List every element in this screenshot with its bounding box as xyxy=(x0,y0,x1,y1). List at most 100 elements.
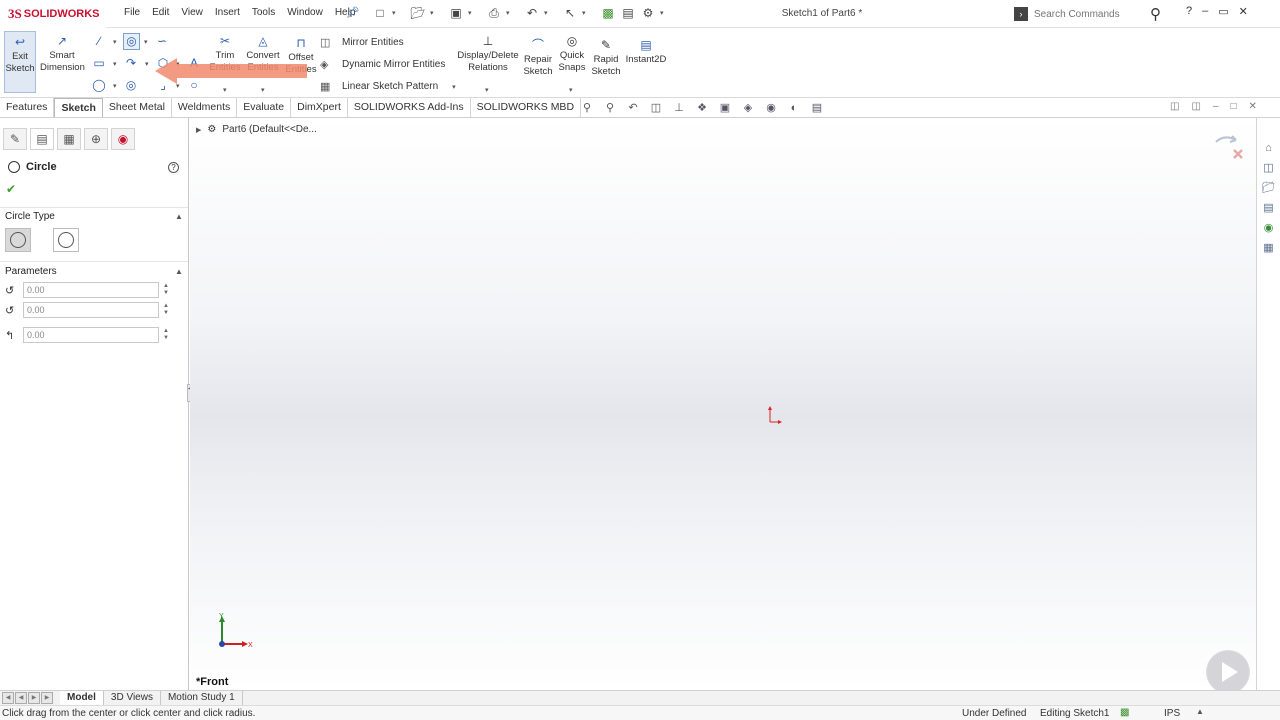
prev-tab-icon[interactable]: ◀ xyxy=(15,692,27,704)
new-dropdown-icon[interactable]: ▾ xyxy=(392,9,400,17)
perimeter-circle-button[interactable] xyxy=(53,228,79,252)
quick-snaps-dropdown-icon[interactable]: ▾ xyxy=(569,86,573,94)
radius-field[interactable] xyxy=(23,327,159,343)
tab-sketch[interactable]: Sketch xyxy=(54,98,103,117)
expand-arrow-icon[interactable]: ▶ xyxy=(196,126,201,134)
print-dropdown-icon[interactable]: ▾ xyxy=(506,9,514,17)
options-dropdown-icon[interactable]: ▾ xyxy=(660,9,668,17)
tab-solidworks-addins[interactable]: SOLIDWORKS Add-Ins xyxy=(348,98,471,117)
rapid-sketch-button[interactable]: ✎ Rapid Sketch xyxy=(590,38,622,78)
save-icon[interactable]: ▣ xyxy=(448,4,464,22)
undo-icon[interactable]: ↶ xyxy=(524,4,540,22)
dynamic-annotation-icon[interactable]: ⊥ xyxy=(672,101,686,115)
chevron-up-icon[interactable]: ▲ xyxy=(175,212,183,221)
appearances-icon[interactable]: ◉ xyxy=(1261,220,1277,236)
pin-menu-icon[interactable]: 📌︎ xyxy=(346,6,360,19)
arc-dropdown-icon[interactable]: ▾ xyxy=(145,60,149,68)
save-dropdown-icon[interactable]: ▾ xyxy=(468,9,476,17)
first-tab-icon[interactable]: ◀ xyxy=(2,692,14,704)
menu-edit[interactable]: Edit xyxy=(146,7,175,18)
dimxpertmanager-icon[interactable]: ⊕ xyxy=(84,128,108,150)
unit-system-dropdown-icon[interactable]: ▲ xyxy=(1196,707,1204,716)
design-library-icon[interactable]: ◫ xyxy=(1261,160,1277,176)
new-document-icon[interactable]: □ xyxy=(372,4,388,22)
center-y-field[interactable] xyxy=(23,302,159,318)
apply-scene-icon[interactable]: ◐ xyxy=(787,101,801,115)
next-tab-icon[interactable]: ▶ xyxy=(28,692,40,704)
section-view-icon[interactable]: ◫ xyxy=(649,101,663,115)
ellipse-icon[interactable]: ◎ xyxy=(124,78,138,92)
open-folder-icon[interactable]: 📂︎ xyxy=(410,4,426,22)
mirror-entities-button[interactable]: ◫ Mirror Entities xyxy=(320,36,404,49)
file-properties-icon[interactable]: ▤ xyxy=(620,4,636,22)
ok-checkmark-icon[interactable]: ✔ xyxy=(6,182,16,196)
tab-dimxpert[interactable]: DimXpert xyxy=(291,98,348,117)
tab-sheet-metal[interactable]: Sheet Metal xyxy=(103,98,172,117)
select-dropdown-icon[interactable]: ▾ xyxy=(582,9,590,17)
slot-icon[interactable]: ◯ xyxy=(92,78,106,92)
tab-features[interactable]: Features xyxy=(0,98,55,117)
video-play-icon[interactable] xyxy=(1206,650,1250,694)
print-icon[interactable]: ⎙ xyxy=(486,4,502,22)
file-explorer-icon[interactable]: 📁︎ xyxy=(1261,180,1277,196)
graphics-area[interactable]: ▶ ⚙ Part6 (Default<<De... Y X *Front xyxy=(190,118,1256,694)
linear-pattern-dropdown-icon[interactable]: ▾ xyxy=(452,83,456,91)
edit-appearance-icon[interactable]: ◉ xyxy=(764,101,778,115)
tab-3d-views[interactable]: 3D Views xyxy=(104,691,161,705)
select-cursor-icon[interactable]: ↖ xyxy=(562,4,578,22)
help-menu-icon[interactable]: ? xyxy=(1186,5,1192,18)
convert-dropdown-icon[interactable]: ▾ xyxy=(261,86,265,94)
tab-motion-study[interactable]: Motion Study 1 xyxy=(161,691,243,705)
tab-evaluate[interactable]: Evaluate xyxy=(237,98,292,117)
display-delete-relations-button[interactable]: ⊥ Display/Delete Relations xyxy=(456,34,520,74)
display-style-icon[interactable]: ▣ xyxy=(718,101,732,115)
rectangle-icon[interactable]: ▭ xyxy=(92,56,106,70)
help-icon[interactable]: ? xyxy=(168,162,179,173)
featuremanager-tree-icon[interactable]: ✎ xyxy=(3,128,27,150)
circle-dropdown-icon[interactable]: ▾ xyxy=(144,38,148,46)
trim-dropdown-icon[interactable]: ▾ xyxy=(223,86,227,94)
confirmation-corner[interactable] xyxy=(1214,132,1244,162)
tab-model[interactable]: Model xyxy=(60,691,104,705)
last-tab-icon[interactable]: ▶ xyxy=(41,692,53,704)
restore-icon[interactable]: ▭ xyxy=(1218,5,1228,18)
repair-sketch-button[interactable]: ⌒ Repair Sketch xyxy=(522,38,554,78)
center-y-spinner[interactable]: ▲ ▼ xyxy=(163,303,171,317)
circle-icon[interactable]: ◎ xyxy=(123,33,140,50)
menu-window[interactable]: Window xyxy=(281,7,329,18)
close-icon[interactable]: ✕ xyxy=(1239,5,1248,18)
center-circle-button[interactable] xyxy=(5,228,31,252)
quick-snaps-button[interactable]: ◎ Quick Snaps xyxy=(556,34,588,74)
spline-icon[interactable]: ∽ xyxy=(155,34,169,48)
propertymanager-icon[interactable]: ▤ xyxy=(30,128,54,150)
smart-dimension-button[interactable]: ↗ Smart Dimension xyxy=(40,34,85,74)
displaymanager-icon[interactable]: ◉ xyxy=(111,128,135,150)
hide-show-items-icon[interactable]: ◈ xyxy=(741,101,755,115)
configurationmanager-icon[interactable]: ▦ xyxy=(57,128,81,150)
dynamic-mirror-button[interactable]: ◈ Dynamic Mirror Entities xyxy=(320,58,445,71)
radius-spinner[interactable]: ▲ ▼ xyxy=(163,328,171,342)
viewport-minimize-icon[interactable]: – xyxy=(1213,101,1219,112)
menu-file[interactable]: File xyxy=(118,7,146,18)
solidworks-logo[interactable]: 3S SOLIDWORKS xyxy=(0,0,106,28)
viewport-tile-icon[interactable]: ◫ xyxy=(1170,101,1179,112)
chevron-up-icon[interactable]: ▲ xyxy=(175,267,183,276)
flyout-feature-tree[interactable]: ▶ ⚙ Part6 (Default<<De... xyxy=(196,124,317,135)
center-x-spinner[interactable]: ▲ ▼ xyxy=(163,283,171,297)
custom-properties-icon[interactable]: ▦ xyxy=(1261,240,1277,256)
search-commands[interactable]: › ⚲ xyxy=(1014,5,1178,23)
menu-insert[interactable]: Insert xyxy=(209,7,246,18)
undo-dropdown-icon[interactable]: ▾ xyxy=(544,9,552,17)
menu-view[interactable]: View xyxy=(175,7,209,18)
options-gear-icon[interactable]: ⚙ xyxy=(640,4,656,22)
minimize-icon[interactable]: – xyxy=(1202,5,1208,18)
exit-sketch-button[interactable]: ↩ Exit Sketch xyxy=(4,31,36,93)
rebuild-icon[interactable]: ▩ xyxy=(600,4,616,22)
viewport-restore-icon[interactable]: □ xyxy=(1230,101,1236,112)
line-icon[interactable]: ∕ xyxy=(92,34,106,48)
tab-solidworks-mbd[interactable]: SOLIDWORKS MBD xyxy=(471,98,582,117)
view-orientation-icon[interactable]: ❖ xyxy=(695,101,709,115)
arc-icon[interactable]: ↷ xyxy=(124,56,138,70)
open-dropdown-icon[interactable]: ▾ xyxy=(430,9,438,17)
center-x-field[interactable] xyxy=(23,282,159,298)
